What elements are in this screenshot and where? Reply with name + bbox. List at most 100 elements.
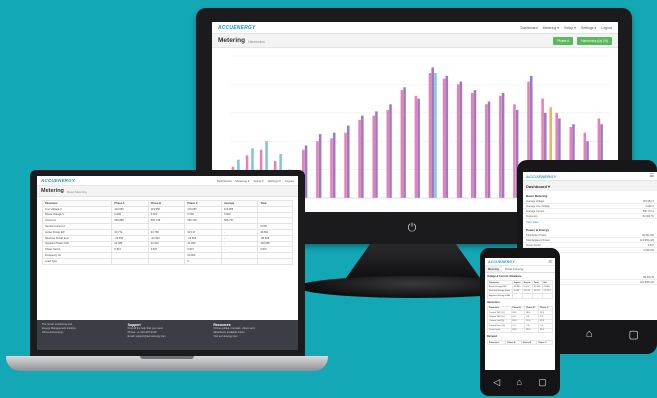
list-item-value: 99.691 W bbox=[643, 275, 654, 279]
chart-bar[interactable] bbox=[318, 134, 322, 198]
footer-link[interactable]: About Accuenergy bbox=[42, 331, 122, 335]
list-item-value: 119.954 V bbox=[642, 199, 654, 203]
nav-setup[interactable]: Setup ▾ bbox=[564, 26, 576, 30]
page-subtitle: Harmonics bbox=[248, 39, 265, 44]
home-icon[interactable]: ⌂ bbox=[586, 328, 593, 340]
chart-bar[interactable] bbox=[431, 67, 435, 198]
phone-tabs: Metering Power & Energy bbox=[485, 266, 555, 273]
list-item-label: Total Apparent Power bbox=[526, 238, 550, 242]
nav-logout[interactable]: Logout bbox=[601, 26, 612, 30]
chart-bar[interactable] bbox=[445, 75, 449, 198]
nav-metering[interactable]: Metering ▾ bbox=[235, 179, 249, 183]
laptop-footer: The Smart monitoring and Energy Manageme… bbox=[37, 320, 298, 350]
table-cell: C bbox=[184, 257, 223, 265]
chart-bar[interactable] bbox=[501, 92, 505, 198]
laptop-title-bar: Metering Basic Metering bbox=[37, 186, 298, 197]
brand-logo[interactable]: ACCUENERGY bbox=[488, 260, 515, 264]
tablet-page-title[interactable]: Dashboard ▾ bbox=[523, 181, 657, 191]
chart-bar[interactable] bbox=[434, 73, 437, 198]
table-cell bbox=[511, 293, 523, 299]
chart-bar[interactable] bbox=[386, 109, 390, 198]
table-cell: Apparent Energy kVAh bbox=[487, 293, 513, 299]
phase-button[interactable]: Phase A bbox=[553, 36, 574, 45]
chart-bar[interactable] bbox=[513, 104, 516, 198]
power-icon[interactable]: ⏻ bbox=[406, 222, 418, 234]
harmonics-table: Parameter Phase A Phase B Phase C Current T… bbox=[487, 305, 553, 333]
table-cell: Crest Factor bbox=[487, 327, 512, 333]
chart-bar[interactable] bbox=[428, 73, 432, 198]
chart-bar[interactable] bbox=[473, 90, 477, 198]
tablet-top-nav: ACCUENERGY ☰ bbox=[523, 172, 657, 181]
page-subtitle: Basic Metering bbox=[66, 190, 87, 194]
chart-bar[interactable] bbox=[375, 111, 378, 198]
recent-apps-icon[interactable]: ▢ bbox=[629, 328, 639, 341]
list-item-value: 99.691 kW bbox=[642, 233, 654, 237]
table-row: Crest Factor 89.0 88.0 89.0 bbox=[487, 327, 553, 333]
chart-bar[interactable] bbox=[414, 95, 418, 198]
laptop-trackpad-notch bbox=[140, 356, 194, 359]
tab-power-energy[interactable]: Power & Energy bbox=[502, 266, 527, 272]
table-cell bbox=[521, 293, 533, 299]
home-icon[interactable]: ⌂ bbox=[516, 377, 521, 387]
nav-dashboard[interactable]: Dashboard bbox=[217, 179, 232, 183]
list-item-label: Total Active Power bbox=[526, 233, 547, 237]
chart-bar[interactable] bbox=[358, 119, 361, 198]
nav-dashboard[interactable]: Dashboard bbox=[521, 26, 538, 30]
page-title: Metering bbox=[218, 37, 246, 44]
back-icon[interactable]: ◁ bbox=[493, 377, 500, 388]
table-cell bbox=[147, 257, 186, 265]
chart-bar[interactable] bbox=[456, 84, 460, 198]
chart-bar[interactable] bbox=[485, 104, 488, 198]
nav-setup[interactable]: Setup ▾ bbox=[253, 179, 263, 183]
list-item-value: 0.847 bbox=[647, 243, 654, 247]
laptop-screen: ACCUENERGY Dashboard Metering ▾ Setup ▾ … bbox=[37, 176, 298, 350]
chart-bar[interactable] bbox=[361, 115, 364, 198]
menu-icon[interactable]: ☰ bbox=[548, 259, 552, 264]
chart-bar[interactable] bbox=[372, 115, 376, 198]
chart-bar[interactable] bbox=[332, 132, 336, 198]
chart-bar[interactable] bbox=[470, 92, 474, 198]
basic-metering-table: Parameter Phase A Phase B Phase C Averag… bbox=[41, 200, 293, 265]
table-body: Active Energy kWh 47.880 0.000 47.880 47.880… bbox=[487, 284, 553, 299]
table-cell: Load Type bbox=[41, 257, 113, 265]
table-header-row: Parameter Phase A Phase B Phase C bbox=[486, 339, 553, 346]
recent-apps-icon[interactable]: ▢ bbox=[538, 377, 547, 388]
chart-bar[interactable] bbox=[403, 87, 406, 198]
chart-bar[interactable] bbox=[487, 101, 491, 198]
chart-bar[interactable] bbox=[344, 132, 347, 198]
table-cell bbox=[531, 293, 543, 299]
brand-logo[interactable]: ACCUENERGY bbox=[526, 174, 556, 179]
harmonics-button[interactable]: Harmonics (Ia) (%) bbox=[577, 36, 612, 45]
laptop-nav-menu: Dashboard Metering ▾ Setup ▾ Settings ▾ … bbox=[217, 179, 294, 183]
brand-logo[interactable]: ACCUENERGY bbox=[41, 178, 75, 183]
table-cell: 89.0 bbox=[510, 327, 526, 333]
footer-link[interactable]: Visit accuenergy.com bbox=[213, 335, 293, 339]
chart-bar[interactable] bbox=[389, 104, 392, 198]
chart-bar[interactable] bbox=[330, 138, 333, 198]
chart-bar[interactable] bbox=[442, 78, 446, 198]
list-item-label: Average Voltage bbox=[526, 199, 545, 203]
footer-about: The Smart monitoring and Energy Manageme… bbox=[42, 323, 122, 347]
table-cell bbox=[111, 257, 149, 265]
nav-settings[interactable]: Settings ▾ bbox=[268, 179, 281, 183]
basic-metering-list: Average Voltage 119.954 V Average Line Vol… bbox=[523, 199, 657, 219]
chart-bar[interactable] bbox=[400, 90, 404, 198]
nav-metering[interactable]: Metering ▾ bbox=[543, 26, 559, 30]
chart-bar[interactable] bbox=[417, 98, 420, 198]
tab-metering[interactable]: Metering bbox=[485, 266, 502, 272]
table-cell bbox=[257, 257, 293, 265]
footer-email[interactable]: Email: support@accuenergy.com bbox=[128, 335, 208, 339]
nav-logout[interactable]: Logout bbox=[285, 179, 294, 183]
column-header: Phase B bbox=[520, 339, 538, 346]
chart-bar[interactable] bbox=[459, 81, 463, 198]
phone-screen: ACCUENERGY ☰ Metering Power & Energy Vol… bbox=[485, 258, 555, 370]
section-title: Basic Metering bbox=[526, 194, 548, 198]
chart-bar[interactable] bbox=[499, 95, 502, 198]
chart-bar[interactable] bbox=[316, 141, 319, 198]
chart-bar[interactable] bbox=[346, 125, 350, 198]
section-title: Voltage & Current Unbalance bbox=[487, 275, 522, 278]
chart-bar[interactable] bbox=[304, 145, 308, 198]
menu-icon[interactable]: ☰ bbox=[650, 173, 654, 179]
nav-settings[interactable]: Settings ▾ bbox=[581, 26, 596, 30]
brand-logo[interactable]: ACCUENERGY bbox=[218, 25, 256, 31]
